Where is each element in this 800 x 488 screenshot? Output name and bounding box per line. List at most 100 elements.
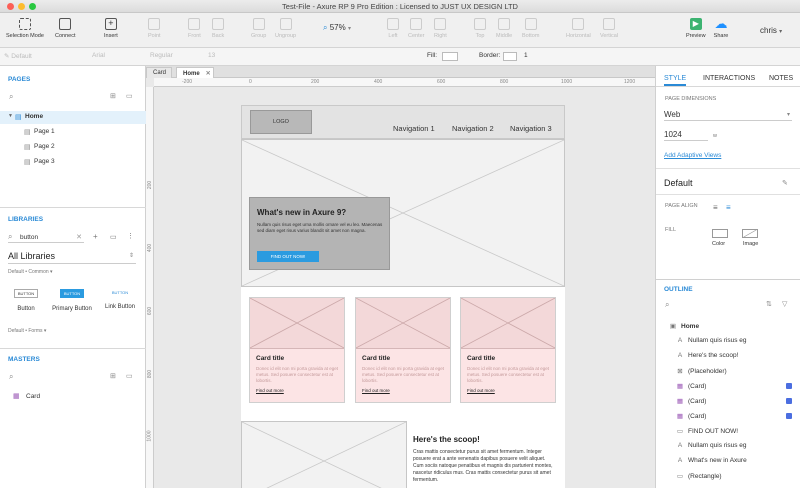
- align-center-icon[interactable]: ≡: [726, 203, 731, 212]
- edit-style-icon[interactable]: ✎: [782, 179, 788, 187]
- outline-item[interactable]: A Here's the scoop!: [676, 352, 739, 359]
- page-item-3[interactable]: ▤ Page 3: [0, 156, 146, 169]
- scoop-text: Cras mattis consectetur purus sit amet f…: [413, 449, 553, 483]
- page-item-home[interactable]: ▼ ▤ Home: [0, 111, 146, 124]
- preview-button[interactable]: ▶ Preview: [686, 18, 706, 39]
- add-folder-icon[interactable]: ▭: [126, 372, 133, 380]
- scoop-image-placeholder[interactable]: [241, 421, 407, 488]
- align-center-button[interactable]: Center: [408, 18, 425, 39]
- page-header[interactable]: LOGO Navigation 1 Navigation 2 Navigatio…: [241, 105, 565, 139]
- add-adaptive-views-link[interactable]: Add Adaptive Views: [664, 152, 721, 159]
- search-icon[interactable]: ⌕: [9, 372, 13, 382]
- font-size-dropdown[interactable]: 13: [208, 52, 215, 59]
- outline-item[interactable]: ▭ FIND OUT NOW!: [676, 427, 738, 435]
- card[interactable]: Card title Donec id elit non mi porta gr…: [355, 297, 451, 403]
- nav-item-2[interactable]: Navigation 2: [452, 124, 494, 133]
- border-color-swatch[interactable]: [503, 52, 517, 61]
- widget-primary-button[interactable]: BUTTON Primary Button: [50, 289, 94, 312]
- card-link[interactable]: Find out more: [256, 388, 284, 393]
- outline-item[interactable]: ⊠ (Placeholder): [676, 367, 726, 375]
- nav-item-1[interactable]: Navigation 1: [393, 124, 435, 133]
- library-search-input[interactable]: ⌕ button ✕: [8, 232, 84, 243]
- close-icon[interactable]: ✕: [206, 71, 211, 77]
- divider: [656, 279, 800, 280]
- card-link[interactable]: Find out more: [362, 388, 390, 393]
- outline-item[interactable]: ▭ (Rectangle): [676, 472, 722, 480]
- connect-button[interactable]: Connect: [55, 18, 76, 39]
- card-image-placeholder: [249, 297, 345, 349]
- fill-color-swatch[interactable]: [712, 229, 728, 238]
- page-width-input[interactable]: 1024: [664, 129, 708, 141]
- distribute-horizontal-button[interactable]: Horizontal: [566, 18, 591, 39]
- fill-image-swatch[interactable]: [742, 229, 758, 238]
- more-options-icon[interactable]: ⋮: [127, 232, 134, 240]
- card[interactable]: Card title Donec id elit non mi porta gr…: [460, 297, 556, 403]
- align-right-button[interactable]: Right: [434, 18, 447, 39]
- library-group-forms[interactable]: Default • Forms ▾: [8, 328, 46, 334]
- add-page-icon[interactable]: ⊞: [110, 92, 116, 100]
- align-top-button[interactable]: Top: [474, 18, 486, 39]
- back-button[interactable]: Back: [212, 18, 224, 39]
- outline-item[interactable]: ▣ Home: [669, 322, 699, 330]
- add-folder-icon[interactable]: ▭: [126, 92, 133, 100]
- selection-mode-button[interactable]: Selection Mode: [6, 18, 44, 39]
- find-out-now-button[interactable]: FIND OUT NOW!: [257, 251, 319, 262]
- tab-card[interactable]: Card: [146, 67, 172, 78]
- visibility-toggle-icon[interactable]: [786, 398, 792, 404]
- library-group-common[interactable]: Default • Common ▾: [8, 269, 53, 275]
- widget-button[interactable]: BUTTON Button: [8, 289, 44, 312]
- bring-front-icon: [188, 18, 201, 30]
- visibility-toggle-icon[interactable]: [786, 383, 792, 389]
- ungroup-button[interactable]: Ungroup: [275, 18, 296, 39]
- front-button[interactable]: Front: [188, 18, 201, 39]
- border-width-value[interactable]: 1: [524, 52, 528, 59]
- master-item-card[interactable]: ▦ Card: [0, 391, 146, 404]
- logo-placeholder[interactable]: LOGO: [250, 110, 312, 134]
- point-button[interactable]: Point: [148, 18, 161, 39]
- insert-button[interactable]: + Insert: [104, 18, 118, 39]
- search-icon[interactable]: ⌕: [665, 300, 669, 310]
- font-weight-dropdown[interactable]: Regular: [150, 52, 173, 59]
- fill-color-swatch[interactable]: [442, 52, 458, 61]
- visibility-toggle-icon[interactable]: [786, 413, 792, 419]
- outline-item[interactable]: ▦ (Card): [676, 382, 707, 390]
- tab-interactions[interactable]: INTERACTIONS: [703, 75, 755, 82]
- search-icon[interactable]: ⌕: [9, 92, 13, 102]
- align-left-icon[interactable]: ≡: [713, 203, 718, 212]
- outline-item[interactable]: ▦ (Card): [676, 412, 707, 420]
- design-page[interactable]: LOGO Navigation 1 Navigation 2 Navigatio…: [241, 105, 565, 488]
- add-master-icon[interactable]: ⊞: [110, 372, 116, 380]
- fill-color-label: Color: [712, 241, 726, 247]
- hero-callout[interactable]: What's new in Axure 9? Nullam quis risus…: [249, 197, 390, 270]
- style-dropdown[interactable]: ✎ Default: [4, 52, 32, 60]
- outline-item[interactable]: A Nullam quis risus eg: [676, 337, 747, 344]
- zoom-control[interactable]: ⌕ 57% ▾: [323, 23, 351, 33]
- share-button[interactable]: ☁ Share: [713, 17, 729, 39]
- card-link[interactable]: Find out more: [467, 388, 495, 393]
- tab-notes[interactable]: NOTES: [769, 75, 793, 82]
- filter-icon[interactable]: ▽: [782, 300, 787, 308]
- tab-home[interactable]: Home ✕: [176, 67, 214, 78]
- page-item-2[interactable]: ▤ Page 2: [0, 141, 146, 154]
- card[interactable]: Card title Donec id elit non mi porta gr…: [249, 297, 345, 403]
- outline-item[interactable]: ▦ (Card): [676, 397, 707, 405]
- outline-item[interactable]: A Nullam quis risus eg: [676, 442, 747, 449]
- library-select[interactable]: All Libraries ⇕: [8, 250, 136, 264]
- widget-link-button[interactable]: BUTTON Link Button: [100, 289, 140, 310]
- clear-icon[interactable]: ✕: [76, 233, 82, 241]
- group-button[interactable]: Group: [251, 18, 266, 39]
- align-middle-button[interactable]: Middle: [496, 18, 512, 39]
- dimension-preset-select[interactable]: Web ▾: [664, 108, 792, 121]
- distribute-vertical-button[interactable]: Vertical: [600, 18, 618, 39]
- tab-style[interactable]: STYLE: [664, 75, 686, 82]
- font-dropdown[interactable]: Arial: [92, 52, 105, 59]
- user-menu[interactable]: chris ▾: [760, 26, 782, 35]
- page-item-1[interactable]: ▤ Page 1: [0, 126, 146, 139]
- align-left-button[interactable]: Left: [387, 18, 399, 39]
- nav-item-3[interactable]: Navigation 3: [510, 124, 552, 133]
- sort-icon[interactable]: ⇅: [766, 300, 772, 308]
- align-bottom-button[interactable]: Bottom: [522, 18, 539, 39]
- add-library-icon[interactable]: +: [93, 232, 98, 241]
- outline-item[interactable]: A What's new in Axure: [676, 457, 747, 464]
- library-menu-icon[interactable]: ▭: [110, 233, 117, 241]
